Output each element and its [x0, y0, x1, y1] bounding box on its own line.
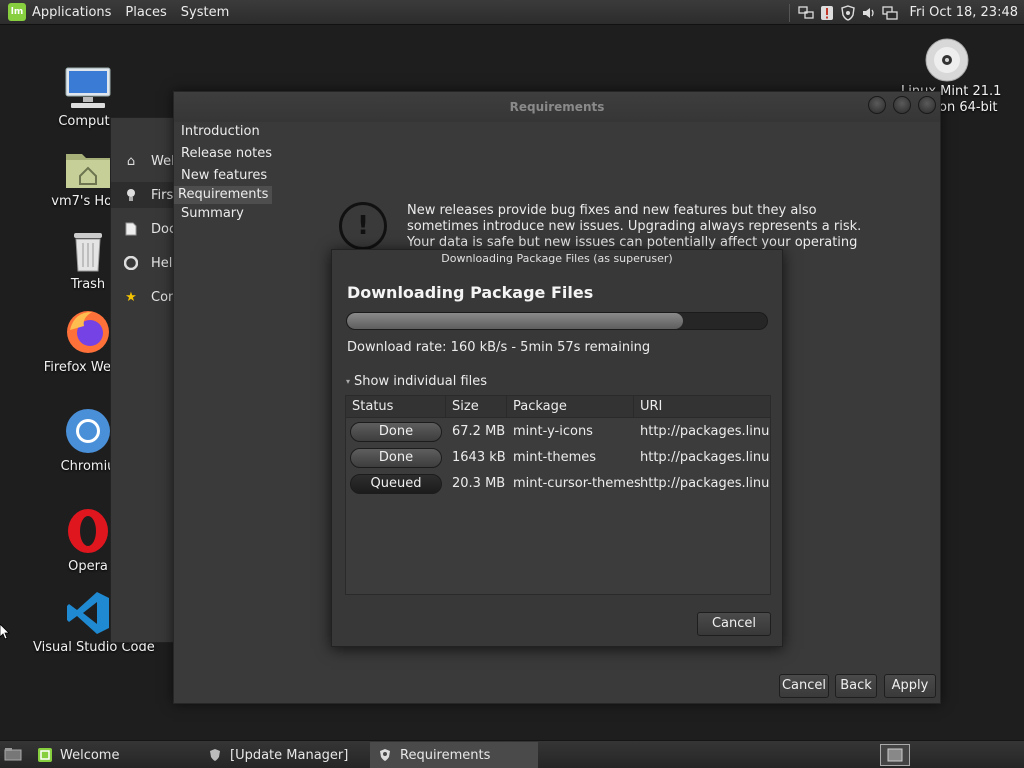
system-tray: Fri Oct 18, 23:48: [789, 0, 1024, 25]
firefox-icon: [64, 308, 112, 356]
table-row[interactable]: Queued 20.3 MB mint-cursor-themes http:/…: [346, 471, 770, 497]
task-update-manager[interactable]: [Update Manager]: [200, 742, 365, 768]
cell-uri: http://packages.linuxmint.com: [640, 476, 770, 491]
workspace-switcher-icon[interactable]: [880, 744, 910, 766]
welcome-item-label: Wel: [151, 153, 175, 169]
welcome-item-documentation[interactable]: Doc: [111, 216, 181, 242]
applications-menu[interactable]: Applications: [32, 5, 111, 20]
mouse-cursor-icon: [0, 623, 10, 644]
welcome-window: ⌂ Wel First Doc Help ★ Con: [110, 117, 181, 643]
download-dialog: Downloading Package Files (as superuser)…: [331, 249, 783, 647]
trash-icon: [68, 229, 108, 273]
lightbulb-icon: [123, 187, 139, 203]
welcome-item-contribute[interactable]: ★ Con: [111, 284, 181, 310]
download-rate-text: Download rate: 160 kB/s - 5min 57s remai…: [347, 340, 651, 355]
star-icon: ★: [125, 289, 137, 305]
clock[interactable]: Fri Oct 18, 23:48: [909, 5, 1018, 20]
task-requirements[interactable]: Requirements: [370, 742, 538, 768]
task-label: Welcome: [60, 747, 120, 763]
cell-package: mint-cursor-themes: [513, 476, 641, 491]
status-badge: Queued: [350, 474, 442, 494]
welcome-item-first-steps[interactable]: First: [111, 182, 181, 208]
dialog-title: Downloading Package Files (as superuser): [441, 252, 673, 265]
warning-icon: !: [339, 202, 387, 250]
vscode-icon: [65, 590, 111, 636]
computer-icon: [63, 66, 113, 110]
task-welcome[interactable]: Welcome: [30, 742, 195, 768]
window-title: Requirements: [509, 100, 605, 114]
progress-fill: [347, 313, 683, 329]
sidebar-item-introduction[interactable]: Introduction: [177, 123, 264, 141]
column-header-status[interactable]: Status: [346, 396, 446, 418]
dialog-heading: Downloading Package Files: [347, 283, 594, 302]
status-badge: Done: [350, 422, 442, 442]
expander-arrow-icon: ▾: [346, 377, 351, 386]
document-icon: [123, 221, 139, 237]
network-icon[interactable]: [798, 5, 815, 21]
shield-icon: [208, 748, 222, 762]
top-panel: lm Applications Places System Fri Oct 18…: [0, 0, 1024, 25]
task-label: Requirements: [400, 747, 491, 763]
cell-size: 20.3 MB: [452, 476, 506, 491]
close-button[interactable]: [918, 96, 936, 114]
mint-menu-icon[interactable]: lm: [8, 3, 26, 21]
disc-label-line2: on 64-bit: [939, 100, 998, 115]
network-wired-icon[interactable]: [882, 5, 899, 21]
sidebar-item-summary[interactable]: Summary: [177, 205, 248, 223]
expander-label: Show individual files: [354, 374, 488, 389]
cell-package: mint-y-icons: [513, 424, 593, 439]
cell-size: 67.2 MB: [452, 424, 506, 439]
column-header-size[interactable]: Size: [446, 396, 507, 418]
cell-package: mint-themes: [513, 450, 597, 465]
shield-icon: [378, 748, 392, 762]
lifebuoy-icon: [123, 255, 139, 271]
sidebar-item-new-features[interactable]: New features: [177, 167, 271, 185]
table-row[interactable]: Done 1643 kB mint-themes http://packages…: [346, 445, 770, 471]
home-folder-icon: [64, 148, 112, 190]
table-row[interactable]: Done 67.2 MB mint-y-icons http://package…: [346, 419, 770, 445]
cancel-button[interactable]: Cancel: [779, 674, 829, 698]
show-files-expander[interactable]: ▾ Show individual files: [346, 374, 487, 389]
show-desktop-icon[interactable]: [4, 747, 22, 765]
cell-size: 1643 kB: [452, 450, 506, 465]
chromium-icon: [64, 407, 112, 455]
opera-icon: [64, 507, 112, 555]
window-titlebar[interactable]: Requirements: [174, 92, 940, 122]
places-menu[interactable]: Places: [125, 5, 166, 20]
back-button[interactable]: Back: [835, 674, 877, 698]
welcome-item-help[interactable]: Help: [111, 250, 181, 276]
dialog-cancel-button[interactable]: Cancel: [697, 612, 771, 636]
maximize-button[interactable]: [893, 96, 911, 114]
shield-icon[interactable]: [840, 4, 856, 21]
column-header-package[interactable]: Package: [507, 396, 634, 418]
status-badge: Done: [350, 448, 442, 468]
sidebar-item-requirements[interactable]: Requirements: [174, 186, 273, 204]
tray-separator: [789, 3, 791, 22]
update-icon[interactable]: [819, 5, 835, 21]
sidebar-item-release-notes[interactable]: Release notes: [177, 145, 276, 163]
apply-button[interactable]: Apply: [884, 674, 936, 698]
volume-icon[interactable]: [861, 5, 877, 21]
file-table: Status Size Package URI Done 67.2 MB min…: [345, 395, 771, 595]
optical-disc-icon: [925, 38, 969, 86]
table-header: Status Size Package URI: [346, 396, 770, 418]
cell-uri: http://packages.linuxmint.com: [640, 424, 770, 439]
mint-icon: [38, 748, 52, 762]
welcome-item-welcome[interactable]: ⌂ Wel: [111, 148, 181, 174]
system-menu[interactable]: System: [181, 5, 229, 20]
download-progress-bar: [346, 312, 768, 330]
home-icon: ⌂: [126, 153, 136, 169]
column-header-uri[interactable]: URI: [634, 396, 770, 418]
cell-uri: http://packages.linuxmint.com: [640, 450, 770, 465]
bottom-panel: Welcome [Update Manager] Requirements: [0, 740, 1024, 768]
task-label: [Update Manager]: [230, 747, 349, 763]
minimize-button[interactable]: [868, 96, 886, 114]
